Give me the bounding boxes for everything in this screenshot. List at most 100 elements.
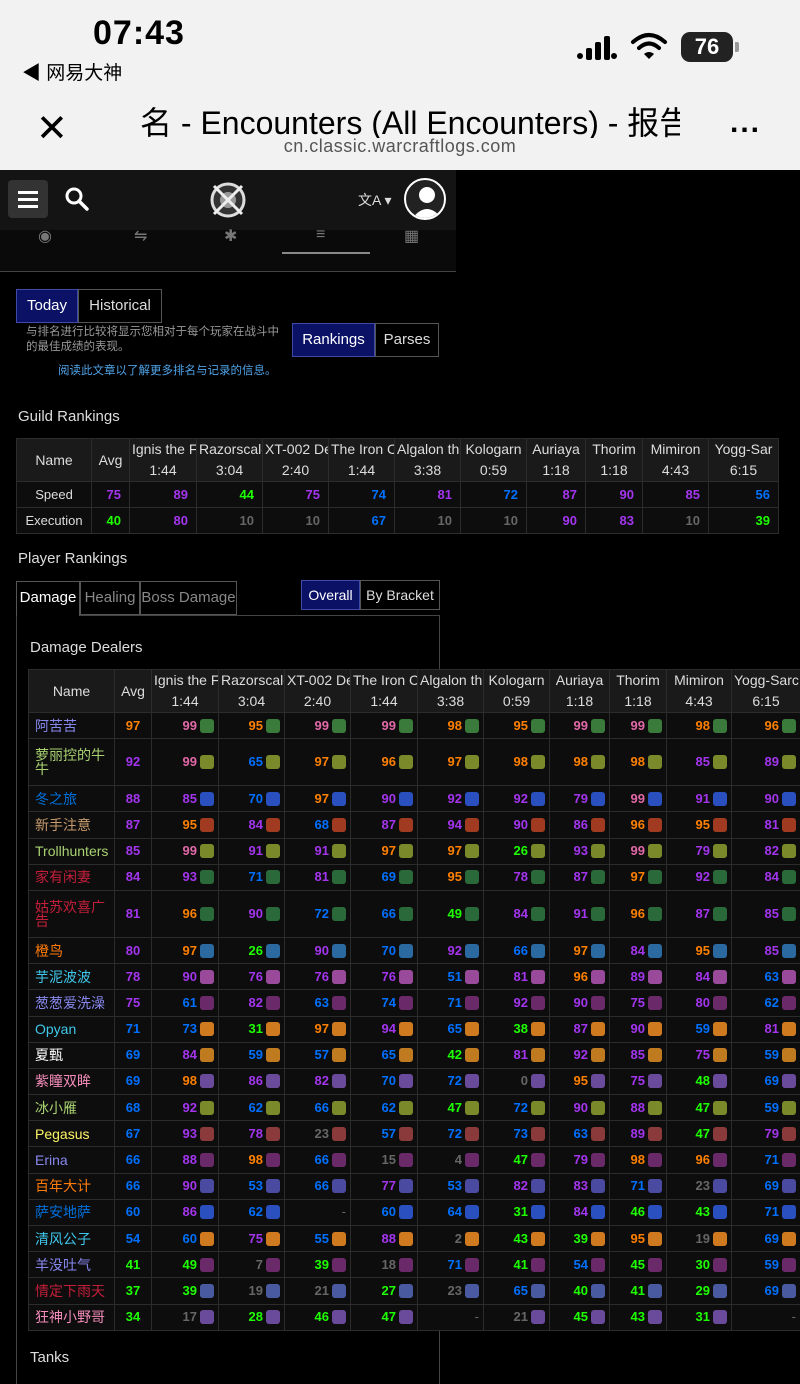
boss-column-header[interactable]: Mimiron 4:43: [666, 669, 732, 713]
boss-score-cell[interactable]: 76: [218, 963, 285, 991]
settings-tab-icon[interactable]: ✱: [224, 226, 237, 246]
avg-column-header[interactable]: Avg: [91, 438, 130, 482]
boss-score-cell[interactable]: 90: [151, 1172, 219, 1200]
boss-score-cell[interactable]: 48: [666, 1067, 732, 1096]
boss-score-cell[interactable]: 97: [284, 738, 351, 787]
tab-parses[interactable]: Parses: [375, 323, 439, 357]
boss-score-cell[interactable]: 2: [417, 1224, 484, 1253]
boss-score-cell[interactable]: -: [284, 1198, 351, 1227]
boss-score-cell[interactable]: 47: [483, 1146, 550, 1174]
boss-score-cell[interactable]: 74: [350, 989, 418, 1017]
boss-score-cell[interactable]: 15: [350, 1146, 418, 1174]
boss-score-cell[interactable]: 19: [666, 1224, 732, 1253]
boss-score-cell[interactable]: 98: [609, 738, 667, 787]
boss-score-cell[interactable]: 98: [549, 738, 610, 787]
boss-score-cell[interactable]: 88: [151, 1146, 219, 1174]
boss-score-cell[interactable]: 87: [666, 889, 732, 938]
player-name[interactable]: 阿苦苦: [28, 711, 115, 740]
boss-score-cell[interactable]: 31: [483, 1198, 550, 1227]
boss-score-cell[interactable]: 96: [666, 1146, 732, 1174]
boss-score-cell[interactable]: 47: [666, 1120, 732, 1148]
boss-score[interactable]: 44: [196, 481, 263, 508]
boss-score-cell[interactable]: 96: [350, 738, 418, 787]
boss-score-cell[interactable]: 81: [483, 963, 550, 991]
avg-column-header[interactable]: Avg: [114, 669, 152, 713]
name-column-header[interactable]: Name: [28, 669, 115, 713]
boss-score-cell[interactable]: 82: [218, 989, 285, 1017]
boss-score-cell[interactable]: 38: [483, 1015, 550, 1043]
boss-score-cell[interactable]: 85: [666, 738, 732, 787]
boss-score-cell[interactable]: 99: [151, 711, 219, 740]
tab-overall[interactable]: Overall: [301, 580, 360, 610]
boss-score-cell[interactable]: 66: [350, 889, 418, 938]
boss-score[interactable]: 90: [526, 507, 586, 534]
boss-score-cell[interactable]: 30: [666, 1251, 732, 1279]
boss-score-cell[interactable]: 71: [731, 1146, 800, 1174]
player-name[interactable]: 夏甄: [28, 1041, 115, 1069]
boss-score-cell[interactable]: 90: [284, 936, 351, 965]
boss-score-cell[interactable]: 90: [350, 785, 418, 813]
boss-score-cell[interactable]: 72: [483, 1094, 550, 1122]
boss-score-cell[interactable]: 60: [151, 1224, 219, 1253]
boss-score-cell[interactable]: 99: [609, 837, 667, 865]
boss-score-cell[interactable]: 59: [218, 1041, 285, 1069]
boss-score-cell[interactable]: 45: [549, 1303, 610, 1331]
boss-score-cell[interactable]: 97: [609, 863, 667, 891]
boss-score-cell[interactable]: 90: [549, 1094, 610, 1122]
boss-score-cell[interactable]: 88: [350, 1224, 418, 1253]
boss-score-cell[interactable]: 92: [151, 1094, 219, 1122]
boss-score-cell[interactable]: 87: [549, 1015, 610, 1043]
boss-score-cell[interactable]: 71: [417, 1251, 484, 1279]
boss-score[interactable]: 10: [262, 507, 329, 534]
language-select-icon[interactable]: 文A ▾: [358, 190, 391, 210]
boss-column-header[interactable]: Auriaya 1:18: [526, 438, 586, 482]
boss-column-header[interactable]: Algalon th 3:38: [417, 669, 484, 713]
boss-score-cell[interactable]: 90: [218, 889, 285, 938]
boss-score-cell[interactable]: 84: [609, 936, 667, 965]
boss-score-cell[interactable]: 75: [218, 1224, 285, 1253]
boss-score-cell[interactable]: 90: [151, 963, 219, 991]
boss-score-cell[interactable]: 27: [350, 1277, 418, 1305]
boss-column-header[interactable]: Auriaya 1:18: [549, 669, 610, 713]
boss-score-cell[interactable]: 68: [284, 811, 351, 839]
boss-score-cell[interactable]: 90: [483, 811, 550, 839]
boss-score-cell[interactable]: 91: [284, 837, 351, 865]
boss-score-cell[interactable]: 62: [350, 1094, 418, 1122]
boss-score-cell[interactable]: 96: [609, 811, 667, 839]
boss-score-cell[interactable]: 65: [483, 1277, 550, 1305]
boss-score-cell[interactable]: 95: [218, 711, 285, 740]
boss-score-cell[interactable]: 99: [609, 785, 667, 813]
boss-column-header[interactable]: Razorscale 3:04: [196, 438, 263, 482]
boss-score-cell[interactable]: 97: [549, 936, 610, 965]
boss-score-cell[interactable]: 72: [417, 1120, 484, 1148]
boss-score-cell[interactable]: 97: [350, 837, 418, 865]
boss-score-cell[interactable]: 39: [549, 1224, 610, 1253]
boss-score-cell[interactable]: 62: [731, 989, 800, 1017]
boss-score-cell[interactable]: 41: [609, 1277, 667, 1305]
boss-score-cell[interactable]: 69: [731, 1224, 800, 1253]
replay-tab-icon[interactable]: ▦: [404, 226, 419, 246]
boss-score-cell[interactable]: 97: [284, 1015, 351, 1043]
boss-score-cell[interactable]: 23: [666, 1172, 732, 1200]
boss-score[interactable]: 10: [196, 507, 263, 534]
boss-score[interactable]: 67: [328, 507, 395, 534]
boss-score-cell[interactable]: 89: [609, 1120, 667, 1148]
boss-score-cell[interactable]: 59: [731, 1094, 800, 1122]
menu-icon[interactable]: [8, 180, 48, 218]
boss-score-cell[interactable]: 84: [549, 1198, 610, 1227]
boss-score-cell[interactable]: 57: [284, 1041, 351, 1069]
boss-score-cell[interactable]: 80: [666, 989, 732, 1017]
boss-score-cell[interactable]: 82: [284, 1067, 351, 1096]
boss-column-header[interactable]: The Iron C 1:44: [328, 438, 395, 482]
boss-score-cell[interactable]: -: [417, 1303, 484, 1331]
boss-score-cell[interactable]: 71: [417, 989, 484, 1017]
player-name[interactable]: Trollhunters: [28, 837, 115, 865]
boss-score-cell[interactable]: 78: [483, 863, 550, 891]
player-name[interactable]: 冬之旅: [28, 785, 115, 813]
boss-score-cell[interactable]: 94: [350, 1015, 418, 1043]
tab-damage[interactable]: Damage: [16, 581, 80, 616]
boss-score-cell[interactable]: 99: [284, 711, 351, 740]
boss-score-cell[interactable]: 66: [284, 1094, 351, 1122]
boss-score[interactable]: 74: [328, 481, 395, 508]
boss-score-cell[interactable]: 98: [417, 711, 484, 740]
